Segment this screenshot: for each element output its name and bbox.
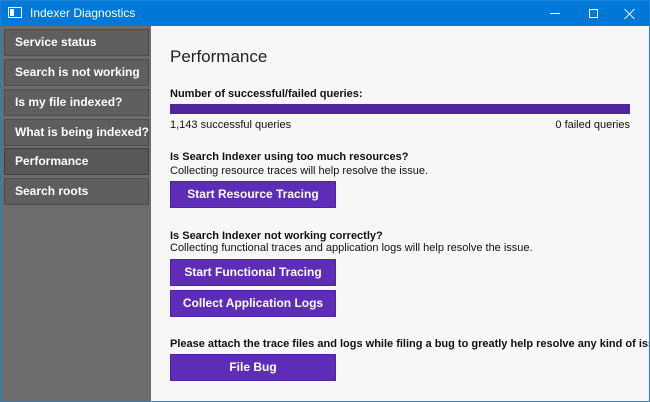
page-title: Performance [170, 47, 268, 66]
maximize-icon [588, 9, 598, 18]
resources-hint: Collecting resource traces will help res… [170, 165, 429, 177]
start-functional-tracing-button[interactable]: Start Functional Tracing [170, 259, 336, 286]
sidebar-item-performance[interactable]: Performance [4, 148, 149, 175]
start-resource-tracing-button[interactable]: Start Resource Tracing [170, 181, 336, 208]
queries-progress-bar [170, 104, 630, 114]
minimize-icon [550, 13, 560, 14]
maximize-button[interactable] [574, 1, 612, 26]
sidebar-item-is-file-indexed[interactable]: Is my file indexed? [4, 89, 149, 116]
sidebar-item-search-not-working[interactable]: Search is not working [4, 59, 149, 86]
sidebar-item-search-roots[interactable]: Search roots [4, 178, 149, 205]
failed-queries-text: 0 failed queries [555, 119, 630, 131]
working-hint: Collecting functional traces and applica… [170, 242, 533, 254]
collect-application-logs-button[interactable]: Collect Application Logs [170, 290, 336, 317]
bug-hint: Please attach the trace files and logs w… [170, 338, 650, 350]
sidebar: Service status Search is not working Is … [1, 26, 151, 401]
indexer-diagnostics-window: Indexer Diagnostics Service status Searc… [0, 0, 650, 402]
window-title: Indexer Diagnostics [30, 6, 136, 20]
queries-heading: Number of successful/failed queries: [170, 88, 363, 100]
app-window-icon [8, 7, 22, 18]
title-bar[interactable]: Indexer Diagnostics [1, 1, 649, 26]
close-button[interactable] [611, 1, 649, 26]
successful-queries-fill [170, 104, 630, 114]
close-icon [624, 8, 636, 20]
performance-panel: Performance Number of successful/failed … [151, 26, 649, 401]
sidebar-item-service-status[interactable]: Service status [4, 29, 149, 56]
sidebar-item-what-is-indexed[interactable]: What is being indexed? [4, 119, 149, 146]
file-bug-button[interactable]: File Bug [170, 354, 336, 381]
successful-queries-text: 1,143 successful queries [170, 119, 292, 131]
minimize-button[interactable] [536, 1, 574, 26]
resources-question: Is Search Indexer using too much resourc… [170, 151, 409, 163]
